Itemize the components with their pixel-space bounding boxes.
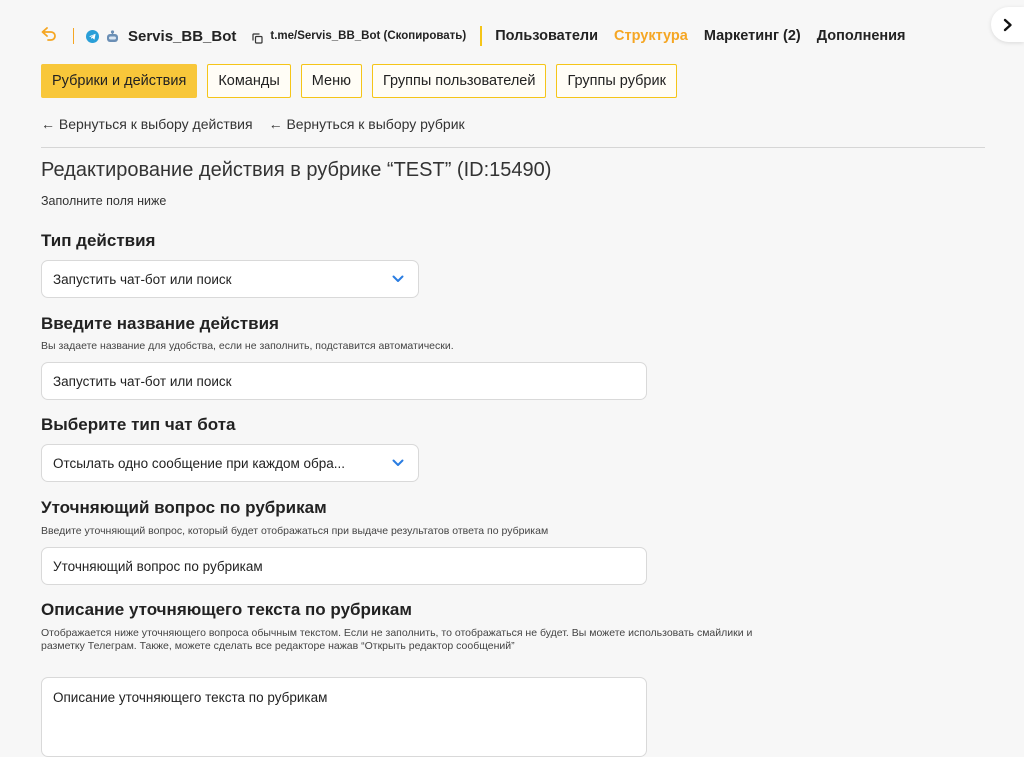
nav-structure[interactable]: Структура [614,28,688,44]
bot-name: Servis_BB_Bot [128,27,237,45]
nav-users[interactable]: Пользователи [495,28,598,44]
panel-toggle-button[interactable] [991,7,1024,42]
copy-icon[interactable] [252,31,263,44]
tab-user-groups[interactable]: Группы пользователей [371,64,547,98]
action-type-value: Запустить чат-бот или поиск [53,271,232,287]
back-arrow-icon[interactable] [41,26,59,46]
chatbot-type-select[interactable]: Отсылать одно сообщение при каждом обра.… [41,444,419,482]
chatbot-type-label: Выберите тип чат бота [41,415,236,434]
chevron-down-icon [392,275,404,282]
page-title: Редактирование действия в рубрике “TEST”… [41,159,552,181]
tab-commands[interactable]: Команды [207,64,291,98]
section-divider [41,147,985,148]
clarify-question-label: Уточняющий вопрос по рубрикам [41,498,327,517]
bot-icon [105,29,120,44]
chevron-right-icon [1003,18,1012,31]
clarify-description-hint: Отображается ниже уточняющего вопроса об… [41,627,753,653]
divider [480,26,483,46]
top-bar: Servis_BB_Bot t.me/Servis_BB_Bot (Скопир… [41,24,922,48]
bot-link-copy[interactable]: t.me/Servis_BB_Bot (Скопировать) [270,30,466,42]
clarify-question-hint: Введите уточняющий вопрос, который будет… [41,525,549,537]
action-name-label: Введите название действия [41,314,279,333]
action-type-label: Тип действия [41,231,156,250]
back-to-actions-link[interactable]: ← Вернуться к выбору действия [41,116,253,132]
back-links: ← Вернуться к выбору действия ← Вернутьс… [41,116,481,132]
page-subtitle: Заполните поля ниже [41,194,167,208]
clarify-description-textarea[interactable]: Описание уточняющего текста по рубрикам [41,677,647,757]
clarify-question-input[interactable]: Уточняющий вопрос по рубрикам [41,547,647,585]
tab-rubrics-actions[interactable]: Рубрики и действия [41,64,198,98]
section-tabs: Рубрики и действия Команды Меню Группы п… [41,64,687,98]
clarify-description-label: Описание уточняющего текста по рубрикам [41,600,412,619]
tab-menu[interactable]: Меню [300,64,362,98]
nav-extensions[interactable]: Дополнения [817,28,906,44]
chevron-down-icon [392,459,404,466]
divider [73,28,74,44]
back-to-rubrics-link[interactable]: ← Вернуться к выбору рубрик [269,116,465,132]
action-name-input[interactable]: Запустить чат-бот или поиск [41,362,647,400]
telegram-icon [86,29,99,43]
action-name-hint: Вы задаете название для удобства, если н… [41,340,454,352]
action-type-select[interactable]: Запустить чат-бот или поиск [41,260,419,298]
tab-rubric-groups[interactable]: Группы рубрик [556,64,677,98]
nav-marketing[interactable]: Маркетинг (2) [704,28,801,44]
chatbot-type-value: Отсылать одно сообщение при каждом обра.… [53,455,345,471]
